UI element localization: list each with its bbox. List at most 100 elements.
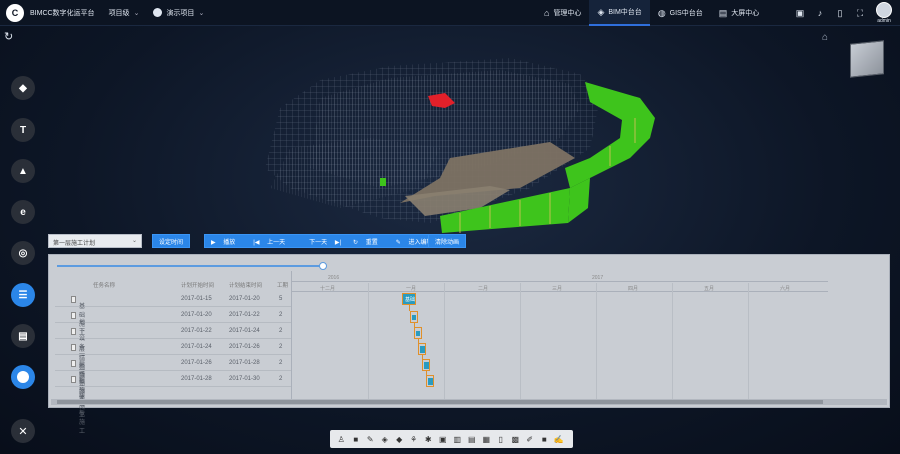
- home-view-icon[interactable]: ⌂: [822, 32, 828, 43]
- bim-model-view[interactable]: [250, 38, 670, 238]
- divider: [444, 283, 445, 401]
- play-button[interactable]: ▶ 播放: [205, 237, 247, 246]
- timeline-slider[interactable]: [57, 265, 323, 267]
- reset-label: 重置: [365, 239, 378, 246]
- org-selector-label: 项目级: [108, 9, 130, 17]
- nav-screen-center[interactable]: ▤ 大屏中心: [711, 0, 768, 26]
- task-duration: 5: [279, 296, 283, 302]
- table-row[interactable]: 一层梁板施工 2017-01-28 2017-01-30 2: [55, 371, 291, 435]
- document-icon: [71, 328, 76, 335]
- divider: [596, 283, 597, 401]
- close-button[interactable]: ✕: [11, 419, 35, 443]
- task-bar[interactable]: [410, 311, 418, 323]
- task-bar[interactable]: [414, 327, 422, 339]
- table-row[interactable]: 一层梁板施工 2017-01-24 2017-01-26 2: [55, 339, 291, 403]
- task-name-text: 一层梁板施工: [79, 384, 86, 435]
- nav-label: BIM中台台: [608, 9, 642, 16]
- browser-button[interactable]: e: [11, 200, 35, 224]
- task-start: 2017-01-15: [181, 296, 212, 302]
- task-duration: 2: [279, 376, 283, 382]
- user-menu[interactable]: admin: [872, 2, 896, 24]
- task-bar[interactable]: [418, 343, 426, 355]
- scrollbar-thumb[interactable]: [57, 400, 823, 404]
- task-end: 2017-01-24: [229, 328, 260, 334]
- next-day-button[interactable]: 下一天 ▶|: [297, 237, 347, 246]
- bell-icon[interactable]: ♪: [810, 8, 830, 18]
- refresh-icon[interactable]: ↻: [4, 30, 13, 43]
- set-time-button[interactable]: 设定时间: [152, 234, 191, 248]
- project-icon: [153, 8, 163, 17]
- slider-handle[interactable]: [319, 262, 327, 270]
- prev-day-button[interactable]: |◀ 上一天: [247, 237, 297, 246]
- view-cube[interactable]: [850, 40, 884, 78]
- schedule-button[interactable]: ☰: [11, 283, 35, 307]
- note-icon[interactable]: ✍: [552, 435, 567, 444]
- document-button[interactable]: ▤: [11, 324, 35, 348]
- monitor-icon[interactable]: ▣: [790, 8, 810, 19]
- edit-icon[interactable]: ✐: [523, 435, 538, 444]
- gear-icon[interactable]: ✱: [421, 435, 436, 444]
- playback-controls: ▶ 播放 |◀ 上一天 下一天 ▶| ↻ 重置 ✎ 进入编辑模式: [204, 234, 458, 248]
- book-icon[interactable]: ▤: [465, 435, 480, 444]
- task-name: 设备一层结构施工: [71, 328, 85, 405]
- cubes-icon[interactable]: ◆: [392, 435, 407, 444]
- warning-icon: ▲: [18, 165, 28, 177]
- task-start: 2017-01-22: [181, 328, 212, 334]
- warning-button[interactable]: ▲: [11, 159, 35, 183]
- task-duration: 2: [279, 328, 283, 334]
- document-icon: ▤: [18, 330, 28, 342]
- pen-icon[interactable]: ✎: [363, 435, 378, 444]
- col-end: 计划结束时间: [229, 283, 263, 289]
- image-icon[interactable]: ▣: [436, 435, 451, 444]
- task-start: 2017-01-24: [181, 344, 212, 350]
- document-icon: [71, 360, 76, 367]
- month-label: 十二月: [320, 286, 336, 292]
- video-icon[interactable]: ■: [537, 435, 552, 444]
- camera-icon[interactable]: ■: [349, 435, 364, 444]
- task-bar[interactable]: 基础: [402, 293, 416, 305]
- app-title: BIMCC数字化运平台: [30, 9, 95, 17]
- task-bar[interactable]: [426, 375, 434, 387]
- plan-select-value: 第一层施工计划: [53, 241, 96, 247]
- table-row[interactable]: 基础施工 2017-01-15 2017-01-20 5: [55, 291, 291, 337]
- measure-button[interactable]: T: [11, 118, 35, 142]
- map-icon[interactable]: ▥: [450, 435, 465, 444]
- plan-select[interactable]: 第一层施工计划 ⌄: [48, 234, 142, 248]
- fullscreen-icon[interactable]: ⛶: [850, 8, 870, 19]
- clear-animation-button[interactable]: 清除动画: [428, 234, 467, 248]
- reset-button[interactable]: ↻ 重置: [347, 237, 390, 246]
- record-button[interactable]: [11, 365, 35, 389]
- horizontal-scrollbar[interactable]: [51, 399, 887, 405]
- layers-button[interactable]: ◆: [11, 76, 35, 100]
- month-label: 一月: [406, 286, 417, 292]
- gantt-timeline[interactable]: 2016 2017 十二月 一月 二月 三月 四月 五月 六月 基础: [291, 271, 828, 401]
- main-nav: ⌂ 管理中心 ◈ BIM中台台 ◍ GIS中台台 ▤ 大屏中心: [536, 0, 767, 26]
- project-selector[interactable]: 演示项目 ⌄: [153, 8, 204, 18]
- cube-icon: ◈: [597, 6, 605, 17]
- table-row[interactable]: 一层墙体施工 2017-01-26 2017-01-28 2: [55, 355, 291, 419]
- film-icon[interactable]: ▩: [508, 435, 523, 444]
- nav-management-center[interactable]: ⌂ 管理中心: [536, 0, 589, 26]
- table-row[interactable]: 设备一层结构施工 2017-01-22 2017-01-24 2: [55, 323, 291, 405]
- mobile-icon[interactable]: ▯: [830, 8, 850, 19]
- person-icon[interactable]: ♙: [334, 435, 349, 444]
- chevron-down-icon: ⌄: [198, 9, 205, 17]
- app-logo[interactable]: C BIMCC数字化运平台: [6, 3, 95, 22]
- divider: [368, 283, 369, 401]
- nav-gis-platform[interactable]: ◍ GIS中台台: [650, 0, 711, 26]
- table-row[interactable]: 地下一层结构施工 2017-01-20 2017-01-22 2: [55, 307, 291, 389]
- col-task-name: 任务名称: [93, 283, 116, 289]
- file-icon[interactable]: ▯: [494, 435, 509, 444]
- bottom-toolbar: ♙ ■ ✎ ◈ ◆ ⚘ ✱ ▣ ▥ ▤ ▦ ▯ ▩ ✐ ■ ✍: [330, 430, 573, 448]
- task-end: 2017-01-22: [229, 312, 260, 318]
- gantt-panel: 任务名称 计划开始时间 计划结束时间 工期 基础施工 2017-01-15 20…: [48, 254, 890, 435]
- tree-icon[interactable]: ⚘: [407, 435, 422, 444]
- layers-icon[interactable]: ▦: [479, 435, 494, 444]
- nav-bim-platform[interactable]: ◈ BIM中台台: [589, 0, 650, 26]
- location-button[interactable]: ◎: [11, 241, 35, 265]
- org-selector[interactable]: 项目级 ⌄: [109, 8, 140, 18]
- task-bar-label: 基础: [405, 297, 416, 303]
- cube-icon[interactable]: ◈: [378, 435, 393, 444]
- divider: [520, 283, 521, 401]
- task-bar[interactable]: [422, 359, 430, 371]
